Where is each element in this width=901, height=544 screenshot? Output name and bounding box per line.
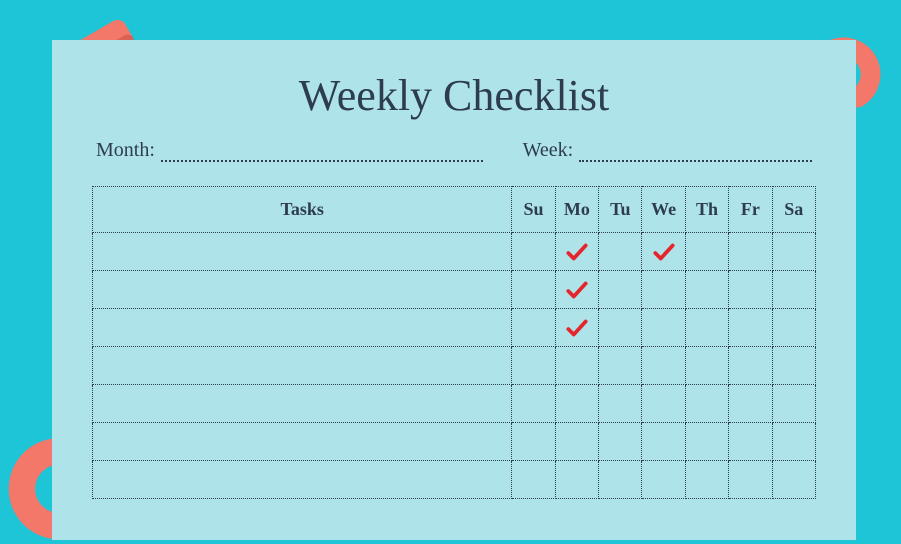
check-cell[interactable]: [772, 461, 815, 499]
check-cell[interactable]: [512, 385, 555, 423]
check-cell[interactable]: [772, 233, 815, 271]
check-cell[interactable]: [772, 347, 815, 385]
check-cell[interactable]: [599, 461, 642, 499]
check-cell[interactable]: [642, 423, 685, 461]
day-header-mo: Mo: [555, 187, 598, 233]
table-row: [93, 347, 816, 385]
check-cell[interactable]: [642, 271, 685, 309]
checkmark-icon: [564, 239, 590, 265]
table-row: [93, 233, 816, 271]
check-cell[interactable]: [555, 271, 598, 309]
day-header-tu: Tu: [599, 187, 642, 233]
check-cell[interactable]: [555, 233, 598, 271]
table-row: [93, 461, 816, 499]
checklist-paper: Weekly Checklist Month: Week: Tasks Su M…: [52, 40, 856, 540]
check-cell[interactable]: [642, 233, 685, 271]
check-cell[interactable]: [729, 271, 772, 309]
check-cell[interactable]: [599, 385, 642, 423]
check-cell[interactable]: [555, 423, 598, 461]
day-header-sa: Sa: [772, 187, 815, 233]
task-cell[interactable]: [93, 423, 512, 461]
day-header-we: We: [642, 187, 685, 233]
check-cell[interactable]: [729, 385, 772, 423]
check-cell[interactable]: [772, 271, 815, 309]
task-cell[interactable]: [93, 385, 512, 423]
check-cell[interactable]: [685, 385, 728, 423]
check-cell[interactable]: [512, 347, 555, 385]
check-cell[interactable]: [642, 461, 685, 499]
day-header-su: Su: [512, 187, 555, 233]
week-input-line[interactable]: [579, 140, 812, 162]
check-cell[interactable]: [772, 309, 815, 347]
page-title: Weekly Checklist: [92, 70, 816, 121]
check-cell[interactable]: [555, 461, 598, 499]
check-cell[interactable]: [599, 233, 642, 271]
check-cell[interactable]: [729, 347, 772, 385]
check-cell[interactable]: [512, 271, 555, 309]
check-cell[interactable]: [642, 347, 685, 385]
day-header-fr: Fr: [729, 187, 772, 233]
check-cell[interactable]: [512, 233, 555, 271]
day-header-th: Th: [685, 187, 728, 233]
week-label: Week:: [523, 139, 574, 162]
task-cell[interactable]: [93, 271, 512, 309]
check-cell[interactable]: [642, 385, 685, 423]
check-cell[interactable]: [555, 347, 598, 385]
check-cell[interactable]: [685, 423, 728, 461]
check-cell[interactable]: [599, 347, 642, 385]
task-cell[interactable]: [93, 309, 512, 347]
check-cell[interactable]: [555, 309, 598, 347]
check-cell[interactable]: [685, 461, 728, 499]
check-cell[interactable]: [685, 309, 728, 347]
month-field[interactable]: Month:: [96, 139, 483, 162]
check-cell[interactable]: [772, 385, 815, 423]
table-row: [93, 423, 816, 461]
table-row: [93, 271, 816, 309]
check-cell[interactable]: [512, 309, 555, 347]
task-cell[interactable]: [93, 347, 512, 385]
checkmark-icon: [564, 277, 590, 303]
check-cell[interactable]: [729, 461, 772, 499]
check-cell[interactable]: [555, 385, 598, 423]
check-cell[interactable]: [512, 461, 555, 499]
month-label: Month:: [96, 139, 155, 162]
check-cell[interactable]: [685, 233, 728, 271]
check-cell[interactable]: [512, 423, 555, 461]
check-cell[interactable]: [772, 423, 815, 461]
check-cell[interactable]: [729, 309, 772, 347]
check-cell[interactable]: [642, 309, 685, 347]
check-cell[interactable]: [685, 271, 728, 309]
table-row: [93, 385, 816, 423]
month-input-line[interactable]: [161, 140, 483, 162]
checkmark-icon: [651, 239, 677, 265]
check-cell[interactable]: [729, 423, 772, 461]
check-cell[interactable]: [599, 309, 642, 347]
week-field[interactable]: Week:: [523, 139, 812, 162]
task-cell[interactable]: [93, 233, 512, 271]
check-cell[interactable]: [599, 423, 642, 461]
tasks-header: Tasks: [93, 187, 512, 233]
check-cell[interactable]: [599, 271, 642, 309]
table-row: [93, 309, 816, 347]
checkmark-icon: [564, 315, 590, 341]
task-cell[interactable]: [93, 461, 512, 499]
meta-row: Month: Week:: [92, 139, 816, 162]
check-cell[interactable]: [685, 347, 728, 385]
checklist-table: Tasks Su Mo Tu We Th Fr Sa: [92, 186, 816, 499]
check-cell[interactable]: [729, 233, 772, 271]
